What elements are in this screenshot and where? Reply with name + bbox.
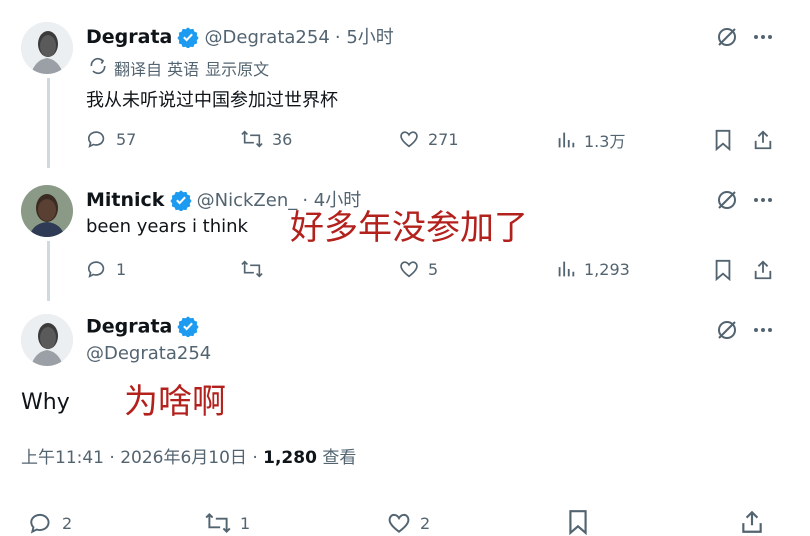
display-name[interactable]: Degrata: [86, 316, 172, 338]
thread-line: [47, 78, 50, 168]
retweet-icon: [240, 128, 264, 150]
like-count: 271: [428, 129, 459, 149]
translation-note: 翻译自 英语 显示原文: [88, 56, 269, 80]
heart-icon: [398, 258, 420, 280]
retweet-icon: [240, 258, 264, 280]
views-label: 查看: [322, 448, 357, 468]
verified-badge-icon: [177, 315, 200, 341]
like-button[interactable]: 2: [386, 510, 430, 536]
display-name[interactable]: Degrata: [86, 26, 172, 48]
verified-badge-icon: [169, 189, 192, 215]
like-button[interactable]: 5: [398, 258, 438, 280]
views-count: 1.3万: [584, 132, 626, 151]
handle[interactable]: @NickZen_: [197, 190, 298, 211]
like-button[interactable]: 271: [398, 128, 459, 150]
more-options-icon[interactable]: [750, 317, 776, 343]
analytics-icon: [556, 129, 576, 151]
avatar[interactable]: [21, 314, 73, 366]
share-icon[interactable]: [750, 127, 776, 153]
retweet-count: 1: [240, 513, 251, 533]
handle[interactable]: @Degrata254: [205, 27, 330, 48]
heart-icon: [398, 128, 420, 150]
reply-icon: [86, 258, 108, 280]
avatar-face-icon: [21, 185, 73, 237]
reply-button[interactable]: 1: [86, 258, 126, 280]
views-count: 1,280: [263, 448, 317, 468]
retweet-icon: [204, 510, 232, 536]
views-count: 1,293: [584, 259, 630, 279]
avatar-face-icon: [21, 22, 73, 74]
tweet-text: Why: [21, 390, 70, 415]
bookmark-icon[interactable]: [566, 510, 590, 535]
grok-icon[interactable]: [714, 317, 740, 343]
tweet-header-name: Degrata: [86, 315, 200, 341]
reply-count: 57: [116, 129, 137, 149]
translated-from-label: 翻译自 英语: [114, 60, 200, 79]
retweet-button[interactable]: [240, 258, 264, 280]
views-button[interactable]: 1,293: [556, 258, 630, 280]
like-count: 2: [420, 513, 431, 533]
reply-button[interactable]: 57: [86, 128, 136, 150]
retweet-button[interactable]: 36: [240, 128, 292, 150]
views-button[interactable]: 1.3万: [556, 128, 625, 152]
reply-icon: [86, 128, 108, 150]
tweet-header: Degrata @Degrata254 · 5小时: [86, 23, 394, 52]
retweet-button[interactable]: 1: [204, 510, 250, 536]
overlay-caption: 为啥啊: [124, 382, 226, 422]
timestamp[interactable]: 上午11:41 · 2026年6月10日 ·: [21, 448, 263, 468]
reply-count: 1: [116, 259, 127, 279]
more-options-icon[interactable]: [750, 187, 776, 213]
show-original-link[interactable]: 显示原文: [205, 56, 269, 80]
bookmark-icon[interactable]: [710, 127, 736, 153]
share-icon[interactable]: [738, 510, 766, 534]
reply-icon: [28, 510, 54, 536]
avatar[interactable]: [21, 185, 73, 237]
translate-icon: [88, 56, 108, 80]
like-count: 5: [428, 259, 439, 279]
overlay-caption: 好多年没参加了: [290, 208, 528, 248]
grok-icon[interactable]: [714, 187, 740, 213]
reply-count: 2: [62, 513, 73, 533]
handle[interactable]: @Degrata254: [86, 343, 211, 364]
tweet-text: 我从未听说过中国参加过世界杯: [86, 90, 338, 111]
avatar-face-icon: [21, 314, 73, 366]
avatar[interactable]: [21, 22, 73, 74]
tweet-meta: 上午11:41 · 2026年6月10日 · 1,280 查看: [21, 443, 356, 468]
thread-line: [47, 241, 50, 301]
retweet-count: 36: [272, 129, 293, 149]
verified-badge-icon: [177, 26, 200, 52]
display-name[interactable]: Mitnick: [86, 189, 164, 211]
reply-button[interactable]: 2: [28, 510, 72, 536]
grok-icon[interactable]: [714, 24, 740, 50]
timestamp[interactable]: · 5小时: [335, 27, 394, 48]
more-options-icon[interactable]: [750, 24, 776, 50]
bookmark-icon[interactable]: [710, 257, 736, 283]
analytics-icon: [556, 258, 576, 280]
tweet-text: been years i think: [86, 216, 248, 237]
share-icon[interactable]: [750, 257, 776, 283]
heart-icon: [386, 510, 412, 536]
